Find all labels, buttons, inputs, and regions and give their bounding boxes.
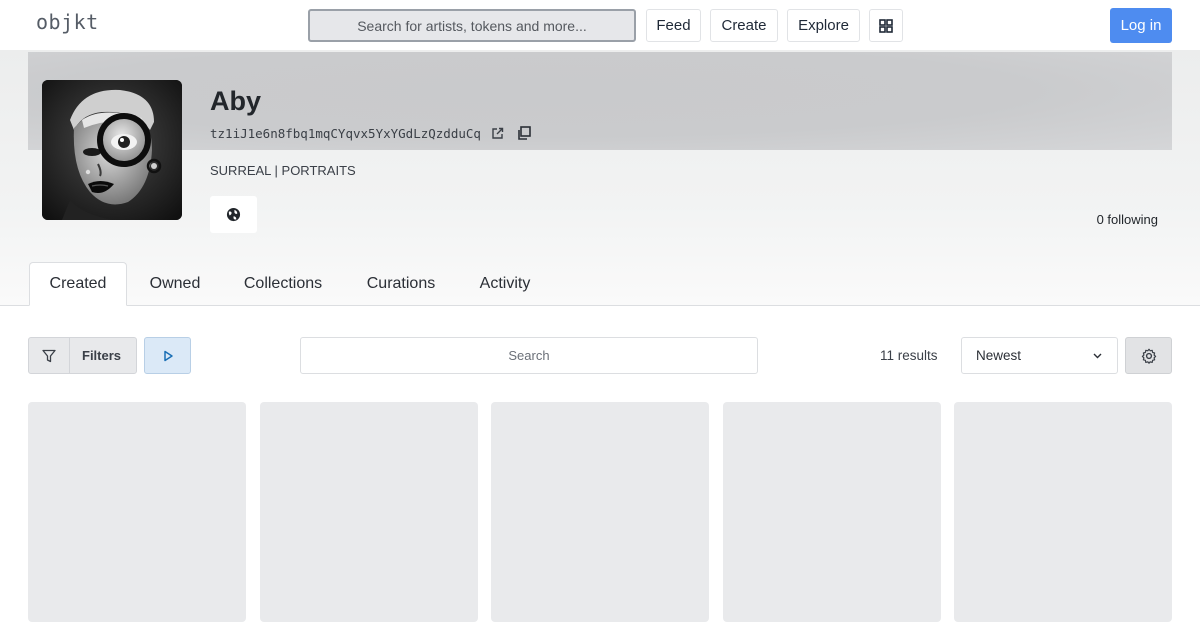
filters-button[interactable]: Filters [28, 337, 137, 374]
tab-collections[interactable]: Collections [228, 262, 338, 306]
top-navbar: objkt Feed Create Explore Log in [0, 0, 1200, 50]
grid-icon [879, 18, 893, 33]
display-settings-button[interactable] [1125, 337, 1172, 374]
global-search-input[interactable] [308, 9, 636, 42]
filter-icon [42, 349, 56, 362]
profile-name: Aby [210, 86, 262, 116]
token-card-placeholder[interactable] [28, 402, 246, 622]
tab-owned[interactable]: Owned [130, 262, 220, 306]
tab-curations[interactable]: Curations [352, 262, 450, 306]
play-slideshow-button[interactable] [144, 337, 191, 374]
apps-grid-button[interactable] [869, 9, 903, 42]
feed-button[interactable]: Feed [646, 9, 701, 42]
avatar-portrait-image [42, 80, 182, 220]
tab-activity[interactable]: Activity [464, 262, 546, 306]
tab-created[interactable]: Created [29, 262, 127, 306]
following-count[interactable]: 0 following [1097, 212, 1158, 227]
sort-select[interactable]: Newest [961, 337, 1118, 374]
token-card-placeholder[interactable] [260, 402, 478, 622]
token-card-placeholder[interactable] [723, 402, 941, 622]
play-icon [163, 350, 173, 361]
objkt-logo[interactable]: objkt [36, 10, 99, 34]
external-link-icon [492, 127, 504, 139]
profile-banner [28, 52, 1172, 150]
profile-bio: SURREAL | PORTRAITS [210, 163, 356, 178]
results-count: 11 results [880, 348, 938, 363]
avatar [42, 80, 182, 220]
login-button[interactable]: Log in [1110, 8, 1172, 43]
gear-icon [1141, 348, 1156, 364]
filters-label: Filters [82, 348, 122, 363]
wallet-address-row: tz1iJ1e6n8fbq1mqCYqvx5YxYGdLzQzdduCq [210, 124, 533, 142]
token-card-placeholder[interactable] [491, 402, 709, 622]
filter-icon-cell [29, 338, 70, 373]
create-button[interactable]: Create [710, 9, 778, 42]
copy-address-button[interactable] [515, 124, 533, 142]
wallet-address: tz1iJ1e6n8fbq1mqCYqvx5YxYGdLzQzdduCq [210, 125, 481, 141]
tokens-search-input[interactable] [300, 337, 758, 374]
explore-button[interactable]: Explore [787, 9, 860, 42]
sort-selected-value: Newest [976, 348, 1022, 363]
globe-icon [226, 207, 241, 222]
website-link-button[interactable] [210, 196, 257, 233]
chevron-down-icon [1093, 353, 1102, 359]
open-explorer-button[interactable] [489, 124, 507, 142]
copy-icon [518, 126, 531, 140]
token-card-placeholder[interactable] [954, 402, 1172, 622]
